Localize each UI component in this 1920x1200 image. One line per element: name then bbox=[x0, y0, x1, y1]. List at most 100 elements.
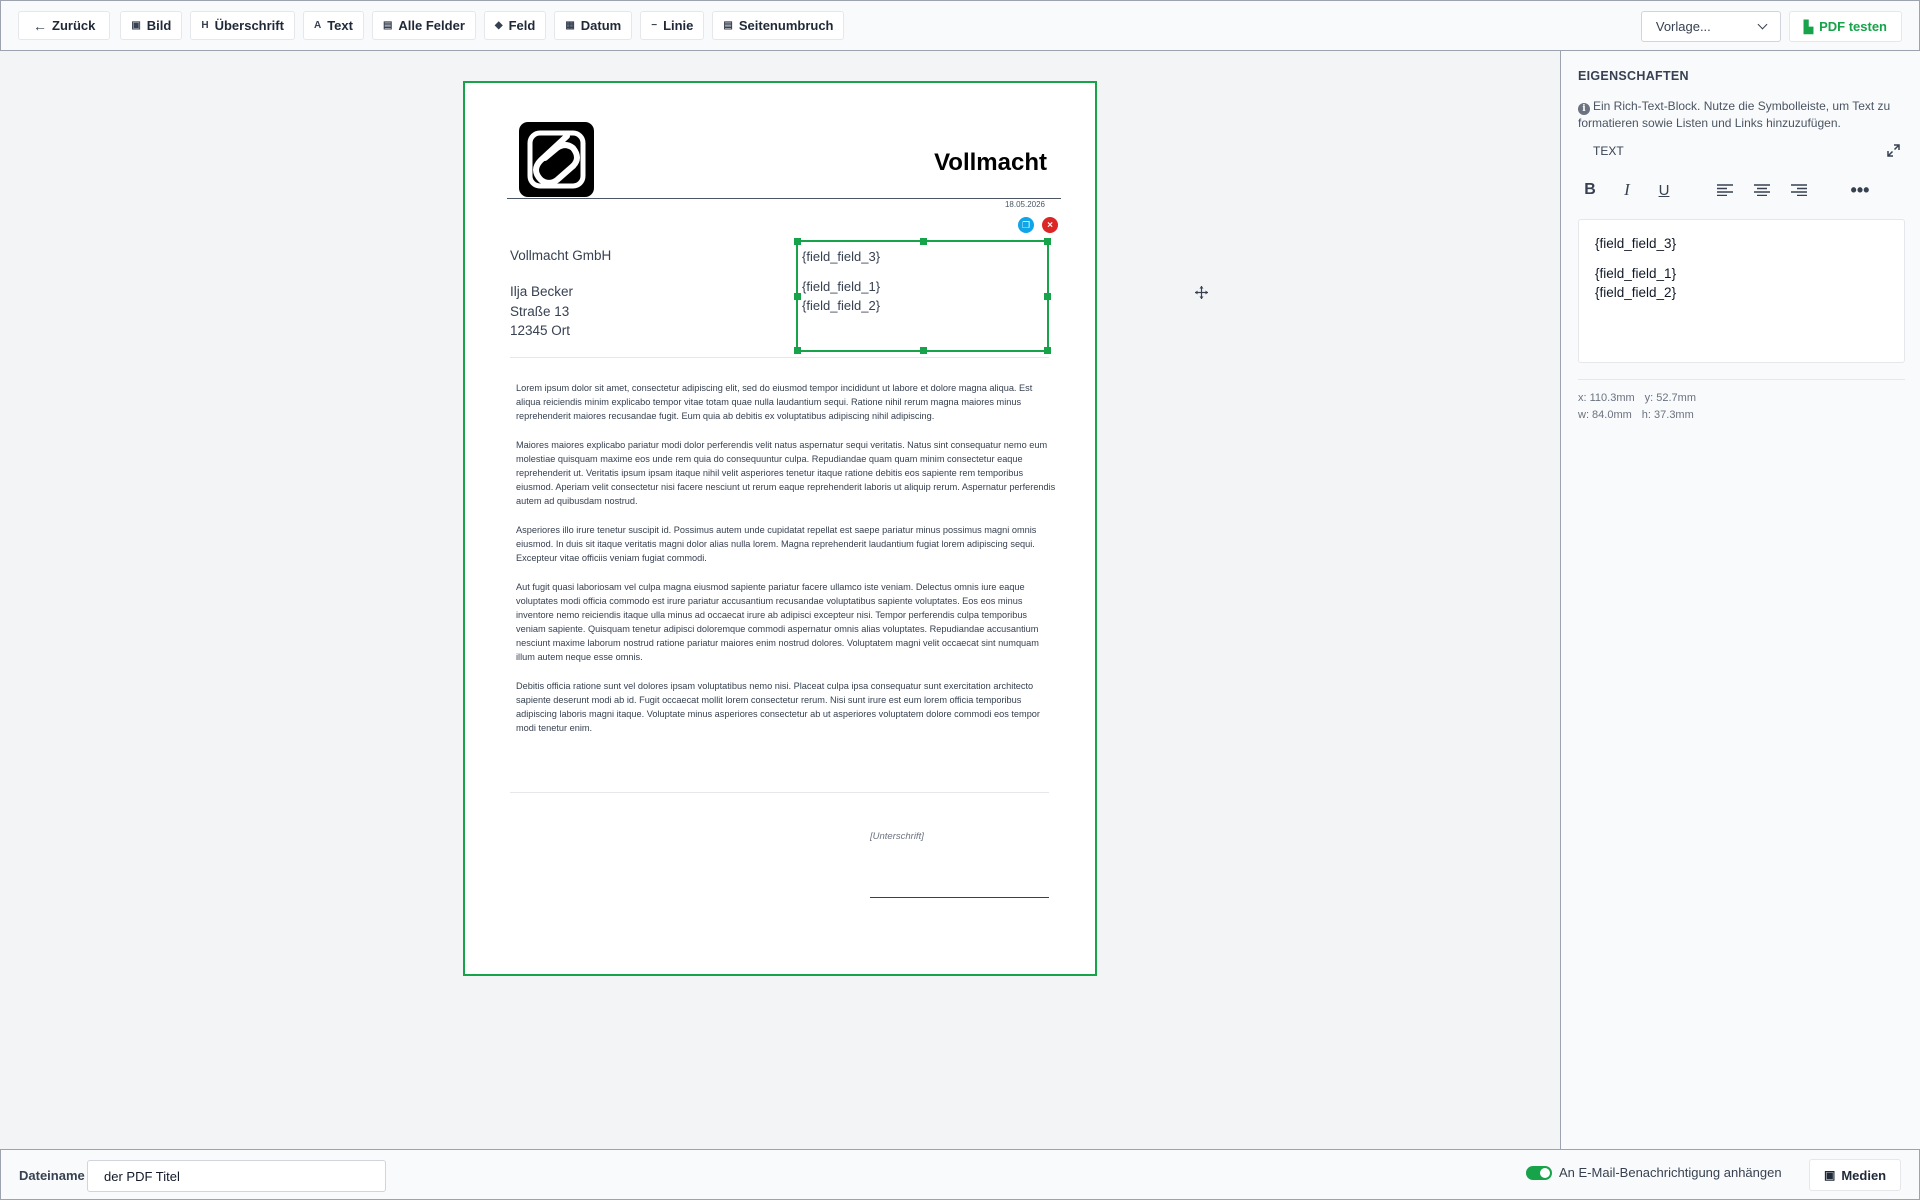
add-text-button[interactable]: A Text bbox=[302, 11, 364, 40]
panel-divider bbox=[1578, 379, 1905, 380]
pdf-file-icon: ▙ bbox=[1803, 19, 1814, 34]
bold-button[interactable]: B bbox=[1578, 175, 1602, 205]
expand-icon[interactable] bbox=[1887, 144, 1900, 157]
calendar-icon: ▦ bbox=[565, 20, 575, 31]
add-text-label: Text bbox=[327, 18, 353, 33]
body-paragraph: Lorem ipsum dolor sit amet, consectetur … bbox=[516, 383, 1033, 421]
chevron-down-icon bbox=[1757, 19, 1768, 30]
add-page-break-label: Seitenumbruch bbox=[738, 18, 834, 33]
media-button[interactable]: ▣ Medien bbox=[1809, 1159, 1902, 1191]
body-paragraph: Aut fugit quasi laboriosam vel culpa mag… bbox=[516, 582, 1039, 662]
toolbar-right: Vorlage... ▙ PDF testen bbox=[1640, 11, 1902, 42]
sender-address[interactable]: Vollmacht GmbH bbox=[510, 246, 611, 265]
editor-line: {field_field_2} bbox=[1595, 285, 1677, 300]
template-select-value: Vorlage... bbox=[1655, 19, 1711, 34]
duplicate-block-button[interactable]: ❐ bbox=[1018, 217, 1034, 233]
logo-s-icon bbox=[527, 130, 586, 189]
field-placeholder: {field_field_1} bbox=[802, 278, 881, 294]
resize-handle-w[interactable] bbox=[794, 293, 801, 300]
body-paragraph: Asperiores illo irure tenetur suscipit i… bbox=[516, 525, 1037, 563]
company-logo[interactable] bbox=[519, 122, 594, 197]
add-page-break-button[interactable]: ▤ Seitenumbruch bbox=[712, 11, 845, 40]
align-right-button[interactable] bbox=[1787, 175, 1811, 205]
add-date-button[interactable]: ▦ Datum bbox=[554, 11, 633, 40]
italic-button[interactable]: I bbox=[1615, 175, 1639, 205]
add-date-label: Datum bbox=[580, 18, 622, 33]
resize-handle-n[interactable] bbox=[920, 238, 927, 245]
address-divider bbox=[510, 357, 1049, 358]
resize-handle-nw[interactable] bbox=[794, 238, 801, 245]
add-image-button[interactable]: ▣ Bild bbox=[120, 11, 183, 40]
body-text-block[interactable]: Lorem ipsum dolor sit amet, consectetur … bbox=[516, 381, 1056, 750]
back-button[interactable]: ← Zurück bbox=[18, 11, 111, 40]
resize-handle-s[interactable] bbox=[920, 347, 927, 354]
resize-handle-sw[interactable] bbox=[794, 347, 801, 354]
panel-title: EIGENSCHAFTEN bbox=[1578, 69, 1689, 83]
align-left-button[interactable] bbox=[1713, 175, 1737, 205]
resize-handle-se[interactable] bbox=[1044, 347, 1051, 354]
signature-label[interactable]: [Unterschrift] bbox=[870, 831, 924, 842]
document-title[interactable]: Vollmacht bbox=[934, 149, 1047, 177]
signature-line[interactable] bbox=[870, 897, 1049, 898]
add-field-button[interactable]: ◆ Feld bbox=[483, 11, 547, 40]
underline-icon: U bbox=[1658, 181, 1670, 199]
field-placeholder: {field_field_2} bbox=[802, 298, 881, 313]
signature-divider bbox=[510, 792, 1049, 793]
underline-button[interactable]: U bbox=[1652, 175, 1676, 205]
size-w: w: 84.0mm bbox=[1578, 409, 1632, 421]
body-paragraph: Debitis officia ratione sunt vel dolores… bbox=[516, 681, 1040, 733]
add-image-label: Bild bbox=[146, 18, 172, 33]
rich-text-section-label: TEXT bbox=[1593, 144, 1624, 158]
line-icon: − bbox=[651, 20, 658, 31]
panel-info-text: Ein Rich-Text-Block. Nutze die Symbollei… bbox=[1578, 99, 1891, 130]
media-button-label: Medien bbox=[1841, 1167, 1887, 1183]
add-field-label: Feld bbox=[508, 18, 536, 33]
add-line-label: Linie bbox=[663, 18, 694, 33]
recipient-line: Ilja Becker bbox=[510, 284, 574, 299]
template-select[interactable]: Vorlage... bbox=[1640, 11, 1781, 42]
editor-line: {field_field_3} bbox=[1595, 236, 1677, 251]
add-heading-button[interactable]: H Überschrift bbox=[190, 11, 295, 40]
arrow-left-icon: ← bbox=[33, 17, 47, 34]
rich-text-toolbar: B I U ••• bbox=[1578, 175, 1908, 205]
back-button-label: Zurück bbox=[52, 18, 96, 33]
bold-icon: B bbox=[1584, 181, 1596, 198]
block-geometry-info: x: 110.3mm y: 52.7mm w: 84.0mm h: 37.3mm bbox=[1578, 390, 1706, 424]
align-center-button[interactable] bbox=[1750, 175, 1774, 205]
resize-handle-ne[interactable] bbox=[1044, 238, 1051, 245]
add-heading-label: Überschrift bbox=[214, 18, 284, 33]
editor-line: {field_field_1} bbox=[1595, 265, 1677, 281]
copy-icon: ❐ bbox=[1021, 219, 1031, 230]
bottom-bar: Dateiname An E-Mail-Benachrichtigung anh… bbox=[0, 1149, 1920, 1200]
more-options-button[interactable]: ••• bbox=[1848, 175, 1872, 205]
align-left-icon bbox=[1717, 184, 1733, 196]
all-fields-icon: ▤ bbox=[382, 20, 393, 31]
image-icon: ▣ bbox=[131, 20, 141, 31]
add-all-fields-button[interactable]: ▤ Alle Felder bbox=[371, 11, 476, 40]
rich-text-editor[interactable]: {field_field_3} {field_field_1} {field_f… bbox=[1578, 219, 1905, 363]
pdf-test-label: PDF testen bbox=[1819, 19, 1887, 34]
attach-email-toggle[interactable] bbox=[1526, 1166, 1552, 1180]
recipient-address[interactable]: Ilja Becker Straße 13 12345 Ort bbox=[510, 282, 573, 341]
selected-block-content: {field_field_3} {field_field_1} {field_f… bbox=[802, 247, 880, 316]
field-placeholder: {field_field_3} bbox=[802, 249, 881, 264]
selected-text-block[interactable]: {field_field_3} {field_field_1} {field_f… bbox=[794, 238, 1208, 354]
page-break-icon: ▤ bbox=[723, 20, 733, 31]
align-center-icon bbox=[1754, 184, 1770, 196]
delete-block-button[interactable]: × bbox=[1042, 217, 1058, 233]
move-cursor-icon bbox=[1195, 286, 1208, 299]
pos-x: x: 110.3mm bbox=[1578, 392, 1635, 404]
properties-panel: EIGENSCHAFTEN i Ein Rich-Text-Block. Nutz… bbox=[1560, 51, 1920, 1149]
field-tag-icon: ◆ bbox=[494, 20, 503, 31]
filename-input[interactable] bbox=[87, 1160, 386, 1192]
top-toolbar: ← Zurück ▣ Bild H Überschrift A Text ▤ A… bbox=[0, 0, 1920, 51]
panel-info: i Ein Rich-Text-Block. Nutze die Symbolle… bbox=[1578, 98, 1908, 132]
resize-handle-e[interactable] bbox=[1044, 293, 1051, 300]
document-page[interactable]: Vollmacht 18.05.2026 ❐ × Vollmacht GmbH … bbox=[463, 81, 1208, 976]
add-line-button[interactable]: − Linie bbox=[640, 11, 705, 40]
pdf-test-button[interactable]: ▙ PDF testen bbox=[1788, 11, 1902, 42]
text-icon: A bbox=[313, 20, 322, 31]
document-date[interactable]: 18.05.2026 bbox=[1005, 200, 1045, 209]
header-divider bbox=[507, 198, 1061, 199]
recipient-line: 12345 Ort bbox=[510, 323, 571, 338]
